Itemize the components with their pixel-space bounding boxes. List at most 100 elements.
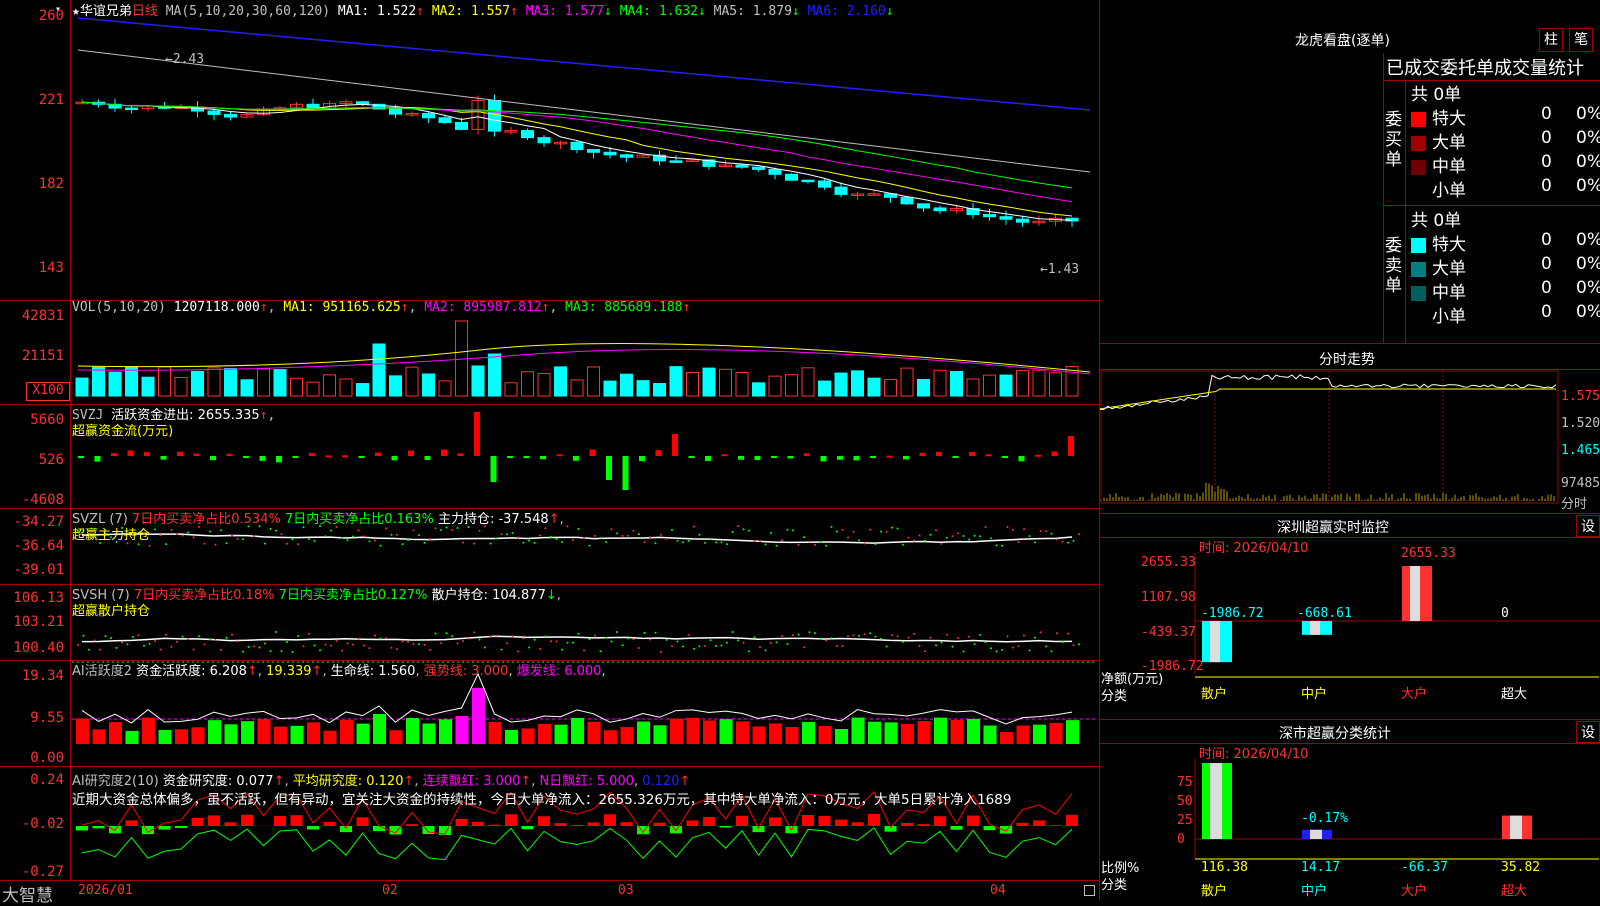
activity-bar bbox=[687, 718, 700, 744]
holding-dot bbox=[787, 529, 789, 531]
intraday-panel[interactable]: 分时走势 1.575 1.520 1.465 97485 分时 bbox=[1099, 343, 1600, 514]
holding-dot bbox=[721, 644, 723, 646]
holding-dot bbox=[946, 537, 948, 539]
flow-bar bbox=[210, 456, 216, 460]
holding-dot bbox=[688, 634, 690, 636]
candle bbox=[423, 114, 435, 118]
holding-dot bbox=[1029, 535, 1031, 537]
holding-dot bbox=[589, 545, 591, 547]
svzl-panel[interactable]: SVZL (7) 7日内买卖净占比0.534% 7日内买卖净占比0.163% 主… bbox=[0, 508, 1099, 585]
holding-dot bbox=[259, 646, 261, 648]
holding-dot bbox=[539, 534, 541, 536]
high-annotation: ←2.43 bbox=[165, 52, 204, 67]
holding-dot bbox=[193, 649, 195, 651]
holding-dot bbox=[1040, 530, 1042, 532]
activity-bar bbox=[522, 728, 535, 744]
flow-bar bbox=[1002, 456, 1008, 458]
volume-bar bbox=[472, 366, 484, 396]
ai-activity-panel[interactable]: AI活跃度2 资金活跃度: 6.208↑, 19.339↑, 生命线: 1.56… bbox=[0, 660, 1099, 767]
holding-dot bbox=[858, 539, 860, 541]
holding-dot bbox=[517, 537, 519, 539]
flow-bar bbox=[854, 456, 860, 460]
research-bar bbox=[571, 825, 583, 826]
holding-dot bbox=[176, 641, 178, 643]
volume-bar bbox=[901, 368, 913, 396]
svzj-panel[interactable]: SVZJ 活跃资金进出: 2655.335↑, 超赢资金流(万元) 5660 5… bbox=[0, 404, 1099, 509]
holding-dot bbox=[182, 636, 184, 638]
research-bar bbox=[835, 820, 847, 826]
holding-dot bbox=[407, 539, 409, 541]
volume-bar bbox=[208, 368, 220, 396]
holding-dot bbox=[484, 647, 486, 649]
holding-dot bbox=[732, 631, 734, 633]
activity-bar bbox=[93, 729, 106, 744]
ma-value: MA6: 2.160 bbox=[808, 4, 886, 19]
holding-dot bbox=[880, 531, 882, 533]
volume-header: VOL(5,10,20) 1207118.000↑, MA1: 951165.6… bbox=[72, 300, 690, 315]
holding-dot bbox=[583, 649, 585, 651]
brand-logo: 大智慧 bbox=[2, 881, 53, 906]
holding-dot bbox=[330, 530, 332, 532]
holding-dot bbox=[715, 645, 717, 647]
activity-bar bbox=[208, 720, 221, 744]
holding-dot bbox=[836, 645, 838, 647]
volume-bar bbox=[555, 367, 567, 396]
svsh-panel[interactable]: SVSH (7) 7日内买卖净占比0.18% 7日内买卖净占比0.127% 散户… bbox=[0, 584, 1099, 661]
ma-value: MA3: 1.577 bbox=[526, 4, 604, 19]
candle bbox=[522, 131, 534, 138]
candle bbox=[208, 111, 220, 114]
research-bar bbox=[175, 826, 187, 828]
activity-bar bbox=[802, 722, 815, 744]
holding-dot bbox=[242, 651, 244, 653]
price-panel[interactable]: ★华谊兄弟日线 MA(5,10,20,30,60,120) MA1: 1.522… bbox=[0, 0, 1099, 301]
stats-tab[interactable]: 已成交委托单成交量统计 bbox=[1386, 54, 1584, 80]
tick-mode-button[interactable]: 笔 bbox=[1569, 28, 1593, 52]
shenzhen-stats-panel[interactable]: 深市超赢分类统计 设 时间: 2026/04/10 75 50 25 0 -0.… bbox=[1099, 719, 1600, 900]
shenzhen-monitor-panel[interactable]: 深圳超赢实时监控 设 时间: 2026/04/10 2655.33 1107.9… bbox=[1099, 513, 1600, 720]
holding-dot bbox=[341, 537, 343, 539]
activity-bar bbox=[1033, 725, 1046, 744]
ai-research-panel[interactable]: AI研究度2(10) 资金研究度: 0.077↑, 平均研究度: 0.120↑,… bbox=[0, 766, 1099, 880]
holding-dot bbox=[996, 544, 998, 546]
research-bar bbox=[736, 816, 748, 826]
holding-dot bbox=[611, 528, 613, 530]
holding-dot bbox=[413, 529, 415, 531]
holding-dot bbox=[292, 538, 294, 540]
activity-bar bbox=[357, 724, 370, 744]
holding-dot bbox=[1001, 649, 1003, 651]
holding-dot bbox=[880, 638, 882, 640]
holding-dot bbox=[671, 645, 673, 647]
holding-dot bbox=[1001, 545, 1003, 547]
holding-dot bbox=[418, 643, 420, 645]
holding-dot bbox=[886, 646, 888, 648]
holding-dot bbox=[479, 639, 481, 641]
holding-dot bbox=[154, 640, 156, 642]
activity-bar bbox=[951, 720, 964, 744]
volume-bar bbox=[637, 381, 649, 396]
holding-dot bbox=[424, 542, 426, 544]
bar-mode-button[interactable]: 柱 bbox=[1539, 28, 1563, 52]
flow-bar bbox=[969, 452, 975, 456]
holding-dot bbox=[358, 638, 360, 640]
holding-dot bbox=[864, 633, 866, 635]
holding-dot bbox=[765, 649, 767, 651]
holding-dot bbox=[853, 531, 855, 533]
holding-dot bbox=[160, 648, 162, 650]
lock-icon[interactable] bbox=[1084, 885, 1095, 896]
holding-dot bbox=[869, 529, 871, 531]
research-bar bbox=[159, 826, 171, 830]
holding-dot bbox=[226, 542, 228, 544]
research-bar bbox=[93, 826, 105, 828]
monitor-bar-shine bbox=[1310, 621, 1320, 635]
holding-dot bbox=[523, 637, 525, 639]
holding-dot bbox=[638, 533, 640, 535]
price-chart[interactable] bbox=[0, 0, 1099, 300]
volume-chart[interactable] bbox=[0, 300, 1099, 404]
volume-unit-button[interactable]: X100 bbox=[26, 382, 70, 401]
volume-panel[interactable]: VOL(5,10,20) 1207118.000↑, MA1: 951165.6… bbox=[0, 300, 1099, 405]
holding-dot bbox=[578, 528, 580, 530]
volume-bar bbox=[274, 370, 286, 396]
intraday-chart[interactable] bbox=[1099, 343, 1600, 513]
holding-dot bbox=[270, 650, 272, 652]
flow-bar bbox=[755, 456, 761, 460]
